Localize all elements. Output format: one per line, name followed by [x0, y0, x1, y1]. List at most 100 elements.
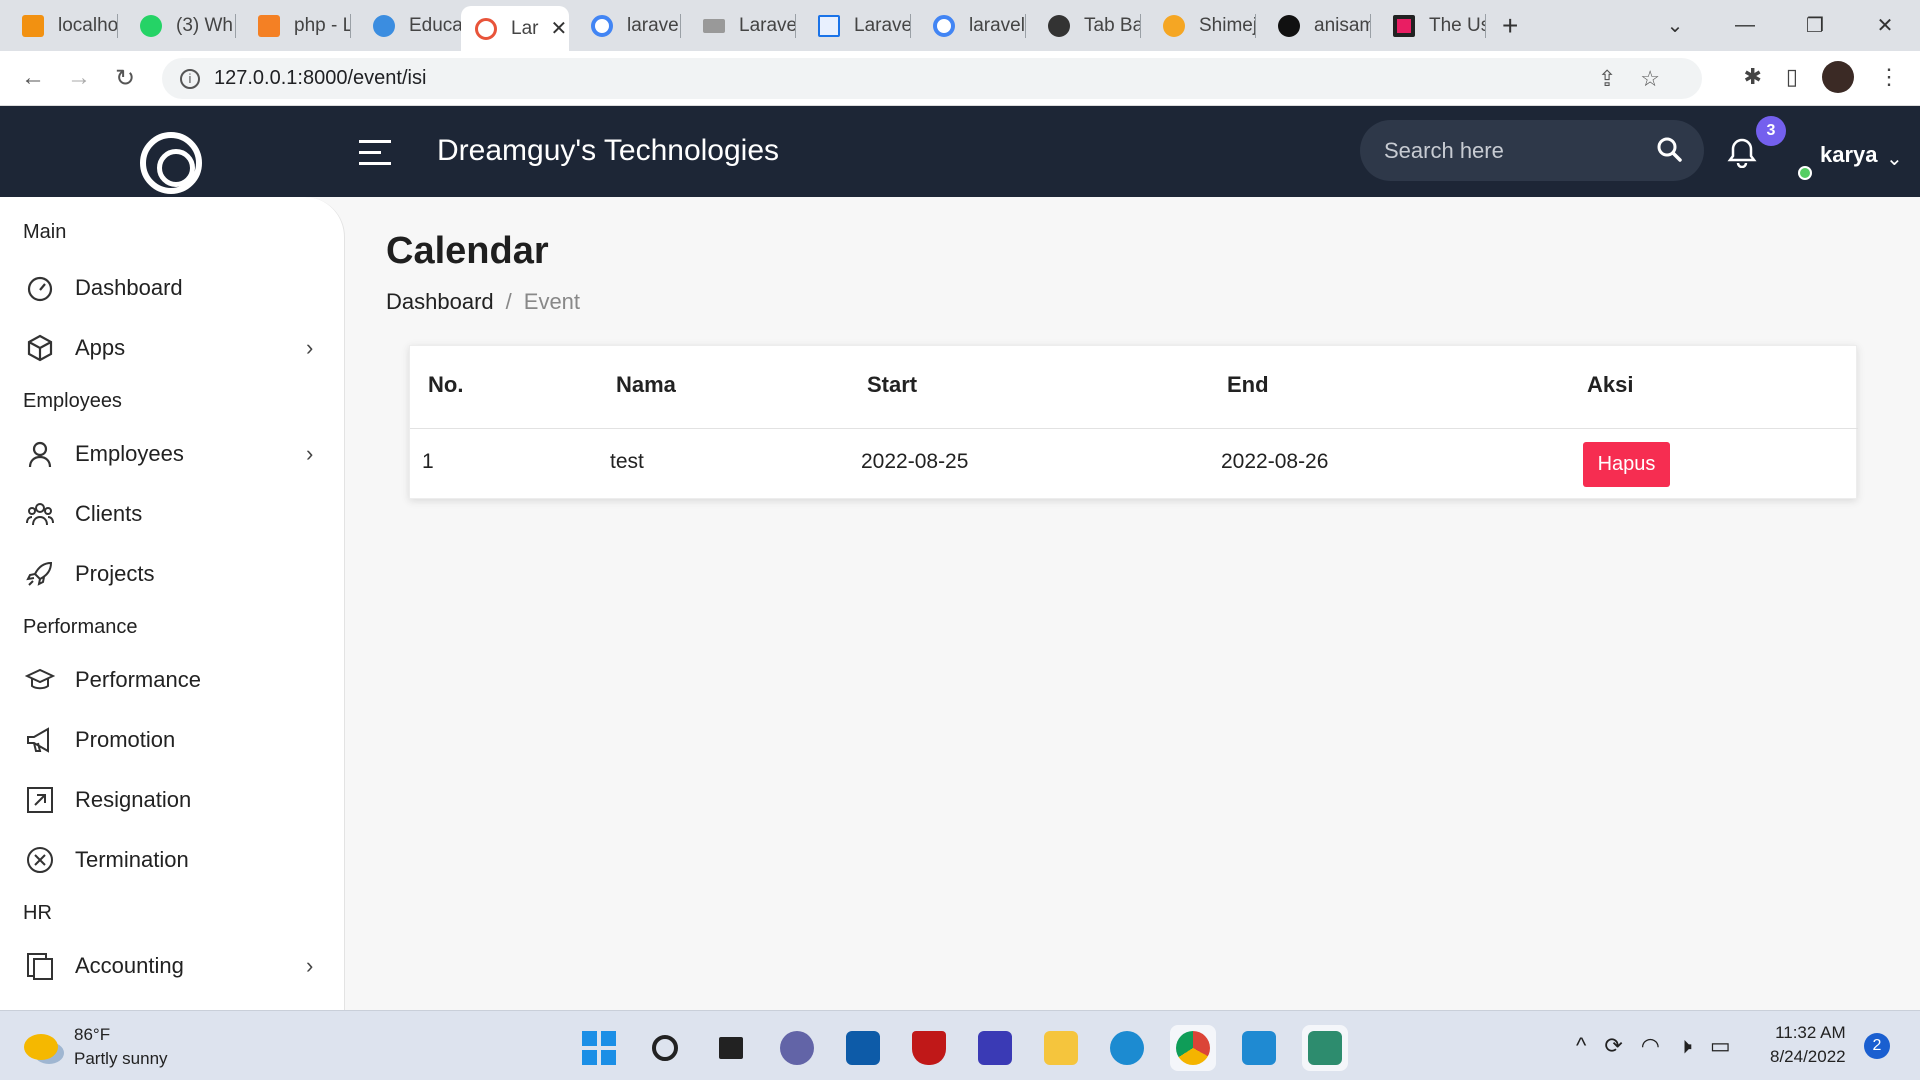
address-bar: ← → ↻ i 127.0.0.1:8000/event/isi ⇪☆ ✱ ▯ … [0, 51, 1920, 106]
browser-tab-active[interactable]: Lar ✕ [461, 6, 569, 51]
sidebar-item-label: Promotion [75, 727, 176, 752]
chevron-up-icon[interactable]: ^ [1576, 1033, 1586, 1059]
sidebar-item-label: Performance [75, 667, 201, 692]
breadcrumb-current: Event [523, 289, 581, 314]
browser-tab[interactable]: Tab Ba [1026, 0, 1141, 51]
chat-icon[interactable] [774, 1025, 820, 1071]
github-icon [1278, 14, 1300, 37]
sidebar-item-employees[interactable]: Employees › [0, 429, 344, 479]
cube-icon [27, 334, 53, 362]
reload-icon[interactable]: ↻ [102, 64, 148, 93]
forward-icon[interactable]: → [56, 64, 102, 92]
chevron-right-icon: › [306, 953, 314, 978]
stackoverflow-icon [258, 14, 280, 37]
browser-tab[interactable]: Educa [351, 0, 461, 51]
sidebar-item-projects[interactable]: Projects [0, 549, 344, 599]
tab-title: localho [58, 14, 118, 36]
edge-icon[interactable] [1104, 1025, 1150, 1071]
file-explorer-icon[interactable] [1038, 1025, 1084, 1071]
taskbar: 86°F Partly sunny ^ ⟳ ◠ 🕨 ▭ 11:32 AM 8/2… [0, 1010, 1920, 1080]
table-divider [410, 428, 1858, 429]
copy-icon [27, 953, 53, 980]
browser-tab[interactable]: localho [0, 0, 118, 51]
user-icon [28, 441, 52, 468]
sidebar-item-performance[interactable]: Performance [0, 655, 344, 705]
browser-tab[interactable]: Laravel [681, 0, 796, 51]
chrome-icon[interactable] [1170, 1025, 1216, 1071]
extensions-icon[interactable]: ✱ [1743, 64, 1761, 90]
taskbar-apps [576, 1025, 1348, 1071]
side-panel-icon[interactable]: ▯ [1786, 64, 1798, 90]
sidebar-item-resignation[interactable]: Resignation [0, 775, 344, 825]
page-title: Calendar [386, 230, 549, 272]
site-info-icon[interactable]: i [180, 68, 200, 89]
back-icon[interactable]: ← [10, 64, 56, 92]
sidebar-item-dashboard[interactable]: Dashboard [0, 263, 344, 313]
store-icon[interactable] [840, 1025, 886, 1071]
table-header-nama: Nama [616, 372, 676, 397]
browser-tab[interactable]: Laravel [796, 0, 911, 51]
sidebar-item-label: Accounting [75, 953, 184, 978]
profile-avatar[interactable] [1822, 61, 1854, 93]
menu-dots-icon[interactable]: ⋮ [1878, 64, 1900, 90]
app-icon[interactable] [972, 1025, 1018, 1071]
restore-icon[interactable]: ❐ [1780, 13, 1850, 38]
tab-title: Laravel [854, 14, 911, 36]
delete-button[interactable]: Hapus [1583, 442, 1670, 487]
sync-icon[interactable]: ⟳ [1604, 1033, 1622, 1059]
terminal-icon[interactable] [1302, 1025, 1348, 1071]
breadcrumb-link-dashboard[interactable]: Dashboard [386, 289, 494, 314]
tab-title: Tab Ba [1084, 14, 1141, 36]
sidebar-item-termination[interactable]: Termination [0, 835, 344, 885]
search-taskbar-icon[interactable] [642, 1025, 688, 1071]
browser-tab[interactable]: The Us [1371, 0, 1486, 51]
omnibox[interactable]: i 127.0.0.1:8000/event/isi ⇪☆ [162, 58, 1702, 99]
shimeji-icon [1163, 14, 1185, 37]
browser-tab[interactable]: laravel [911, 0, 1026, 51]
battery-icon[interactable]: ▭ [1710, 1033, 1731, 1059]
hamburger-menu-icon[interactable] [359, 140, 391, 173]
sidebar-item-apps[interactable]: Apps › [0, 323, 344, 373]
sidebar-item-clients[interactable]: Clients [0, 489, 344, 539]
breadcrumb: Dashboard / Event [386, 289, 580, 315]
browser-tab[interactable]: laravel [569, 0, 681, 51]
logo-icon[interactable] [140, 132, 202, 194]
mcafee-icon[interactable] [906, 1025, 952, 1071]
tab-title: Laravel [739, 14, 796, 36]
weather-widget[interactable]: 86°F Partly sunny [24, 1023, 168, 1071]
mute-icon[interactable]: 🕨 [1678, 1033, 1692, 1059]
browser-tab[interactable]: (3) Wh [118, 0, 236, 51]
search-icon[interactable] [1656, 136, 1682, 162]
vscode-icon[interactable] [1236, 1025, 1282, 1071]
system-tray: ^ ⟳ ◠ 🕨 ▭ [1576, 1033, 1731, 1059]
sidebar-item-label: Resignation [75, 787, 192, 812]
external-link-icon [27, 787, 53, 813]
close-tab-icon[interactable]: ✕ [550, 16, 567, 41]
tab-title: The Us [1429, 14, 1486, 36]
tab-title: Lar [511, 17, 539, 39]
search-input[interactable] [1384, 137, 1644, 164]
start-icon[interactable] [576, 1025, 622, 1071]
minimize-icon[interactable]: — [1710, 14, 1780, 37]
brand-title: Dreamguy's Technologies [437, 134, 780, 167]
sidebar-item-promotion[interactable]: Promotion [0, 715, 344, 765]
browser-tab[interactable]: Shimej [1141, 0, 1256, 51]
cell-no: 1 [422, 450, 434, 473]
notification-count-badge[interactable]: 2 [1864, 1033, 1890, 1059]
task-view-icon[interactable] [708, 1025, 754, 1071]
user-name[interactable]: karya [1820, 142, 1878, 168]
tab-search-icon[interactable]: ⌄ [1640, 13, 1710, 38]
bell-icon[interactable] [1726, 136, 1758, 168]
chevron-down-icon[interactable]: ⌄ [1886, 146, 1903, 171]
browser-tab[interactable]: php - L [236, 0, 351, 51]
share-bookmark-icons[interactable]: ⇪☆ [1598, 66, 1684, 92]
close-window-icon[interactable]: ✕ [1850, 13, 1920, 38]
new-tab-icon[interactable]: + [1502, 10, 1518, 42]
app-header: Dreamguy's Technologies 3 karya ⌄ [0, 106, 1920, 197]
sidebar-section-hr: HR [23, 902, 52, 924]
browser-tab[interactable]: anisam [1256, 0, 1371, 51]
clock[interactable]: 11:32 AM 8/24/2022 [1770, 1021, 1846, 1069]
wifi-icon[interactable]: ◠ [1641, 1033, 1660, 1059]
sidebar-item-accounting[interactable]: Accounting › [0, 941, 344, 991]
chevron-right-icon: › [306, 441, 314, 466]
